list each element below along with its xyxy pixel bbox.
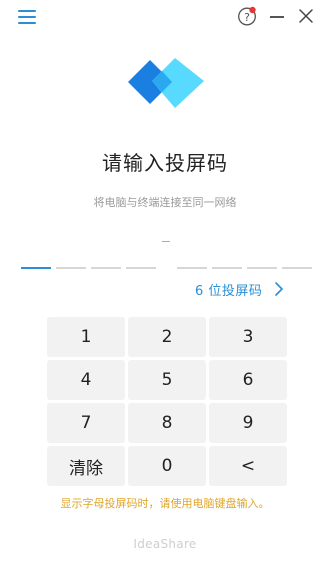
key-9[interactable]: 9 [209,403,287,443]
key-0[interactable]: 0 [128,446,206,486]
notification-dot [249,6,256,14]
close-icon[interactable] [298,8,314,24]
code-slot-5[interactable] [177,267,207,269]
code-slot-6[interactable] [212,267,242,269]
title-bar: ? [0,0,330,34]
code-length-label: 6 位投屏码 [195,283,263,299]
subtitle: 将电脑与终端连接至同一网络 [93,196,237,209]
code-length-selector[interactable]: 6 位投屏码 [195,279,284,299]
key-6[interactable]: 6 [209,360,287,400]
key-5[interactable]: 5 [128,360,206,400]
code-separator [162,241,170,242]
key-3[interactable]: 3 [209,317,287,357]
svg-text:?: ? [244,11,250,24]
code-slot-4[interactable] [126,267,156,269]
code-slot-3[interactable] [91,267,121,269]
chevron-right-icon [275,282,284,296]
hamburger-menu-icon[interactable] [18,9,36,25]
key-4[interactable]: 4 [47,360,125,400]
code-slot-7[interactable] [247,267,277,269]
keyboard-hint: 显示字母投屏码时，请使用电脑键盘输入。 [60,497,270,510]
brand-label: IdeaShare [133,537,197,551]
key-2[interactable]: 2 [128,317,206,357]
clear-button[interactable]: 清除 [47,446,125,486]
help-question-icon[interactable]: ? [237,6,257,26]
code-slot-1[interactable] [21,267,51,269]
key-7[interactable]: 7 [47,403,125,443]
page-title: 请输入投屏码 [102,151,228,175]
backspace-button[interactable]: < [209,446,287,486]
minimize-icon[interactable] [270,16,284,18]
key-1[interactable]: 1 [47,317,125,357]
code-slot-8[interactable] [282,267,312,269]
code-slot-2[interactable] [56,267,86,269]
ideashare-logo [122,50,208,112]
key-8[interactable]: 8 [128,403,206,443]
